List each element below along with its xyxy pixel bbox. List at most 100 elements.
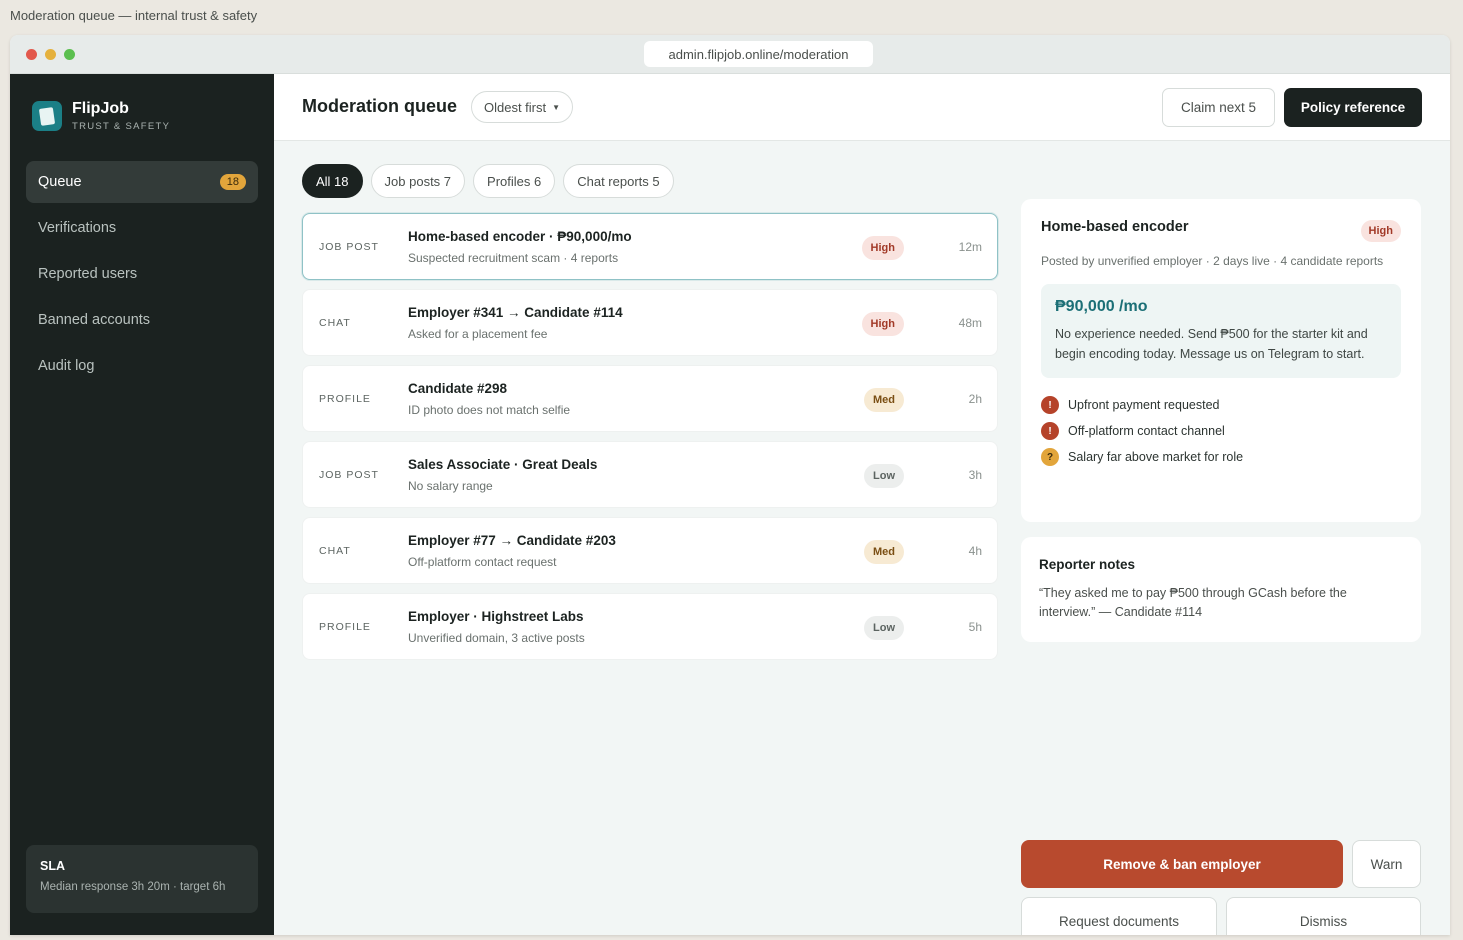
notes-title: Reporter notes [1039,557,1136,572]
page-title: Moderation queue [302,96,458,116]
dismiss-button[interactable]: Dismiss [1226,897,1421,935]
browser-titlebar: admin.flipjob.online/moderation [10,35,1450,74]
sidebar-item-label: Banned accounts [38,312,151,328]
question-icon: ? [1041,448,1059,466]
browser-window: admin.flipjob.online/moderation FlipJob … [10,35,1450,935]
claim-next-button[interactable]: Claim next 5 [1162,88,1275,127]
sla-text: Median response 3h 20m · target 6h [40,881,226,893]
detail-panel: Home-based encoder High Posted by unveri… [1021,199,1421,522]
main-content: Moderation queue Oldest first ▼ Claim ne… [274,74,1450,935]
sidebar-nav: Queue 18 Verifications Reported users Ba… [26,161,258,391]
queue-item[interactable]: JOB POST Home-based encoder · ₱90,000/mo… [302,213,998,280]
sidebar-item-label: Verifications [38,220,117,236]
sidebar-item-reported-users[interactable]: Reported users [26,253,258,295]
queue-count-badge: 18 [219,174,246,190]
item-type: CHAT [319,545,351,557]
item-title: Employer #341 → Candidate #114 [408,305,623,320]
filter-chip-profiles[interactable]: Profiles 6 [473,164,556,198]
item-subtitle: Unverified domain, 3 active posts [408,631,585,645]
priority-badge: Low [864,464,904,488]
item-type: CHAT [319,317,351,329]
item-type: JOB POST [319,241,379,253]
page-caption: Moderation queue — internal trust & safe… [10,8,258,23]
minimize-window-icon[interactable] [45,49,56,60]
request-documents-button[interactable]: Request documents [1021,897,1217,935]
item-age: 3h [968,468,982,482]
item-age: 48m [958,316,982,330]
item-age: 5h [968,620,982,634]
reporter-notes: Reporter notes “They asked me to pay ₱50… [1021,537,1421,642]
queue-item[interactable]: CHAT Employer #77 → Candidate #203 Off-p… [302,517,998,584]
priority-badge: Med [864,388,904,412]
sidebar-item-audit-log[interactable]: Audit log [26,345,258,387]
priority-badge: High [861,312,904,336]
brand: FlipJob TRUST & SAFETY [32,100,170,132]
queue-item[interactable]: PROFILE Employer · Highstreet Labs Unver… [302,593,998,660]
item-subtitle: ID photo does not match selfie [408,403,571,417]
queue-item[interactable]: JOB POST Sales Associate · Great Deals N… [302,441,998,508]
card-stack-icon [32,101,62,131]
close-window-icon[interactable] [26,49,37,60]
sla-title: SLA [40,859,65,873]
alert-icon: ! [1041,422,1059,440]
risk-flag: ? Salary far above market for role [1041,444,1401,470]
post-excerpt: ₱90,000 /mo No experience needed. Send ₱… [1041,284,1401,378]
sla-card: SLA Median response 3h 20m · target 6h [26,845,258,913]
filter-chip-chat-reports[interactable]: Chat reports 5 [563,164,674,198]
address-bar[interactable]: admin.flipjob.online/moderation [644,41,873,67]
detail-meta: Posted by unverified employer · 2 days l… [1041,254,1384,268]
brand-name: FlipJob [72,100,129,117]
priority-badge: High [1360,220,1401,242]
item-age: 12m [958,240,982,254]
item-title: Home-based encoder · ₱90,000/mo [408,229,632,244]
priority-badge: Low [864,616,904,640]
alert-icon: ! [1041,396,1059,414]
item-subtitle: No salary range [408,479,493,493]
queue-item[interactable]: CHAT Employer #341 → Candidate #114 Aske… [302,289,998,356]
filter-chip-job-posts[interactable]: Job posts 7 [370,164,466,198]
item-title: Employer · Highstreet Labs [408,609,584,624]
item-subtitle: Asked for a placement fee [408,327,548,341]
item-type: PROFILE [319,621,371,633]
priority-badge: Med [864,540,904,564]
sidebar-item-label: Audit log [38,358,95,374]
flag-text: Off-platform contact channel [1068,424,1225,438]
sidebar-item-label: Queue [38,174,82,190]
item-subtitle: Suspected recruitment scam · 4 reports [408,251,619,265]
sort-label: Oldest first [484,99,547,115]
priority-badge: High [861,236,904,260]
queue-list: JOB POST Home-based encoder · ₱90,000/mo… [302,213,998,669]
flag-text: Salary far above market for role [1068,450,1244,464]
maximize-window-icon[interactable] [64,49,75,60]
sidebar: FlipJob TRUST & SAFETY Queue 18 Verifica… [10,74,274,935]
risk-flag: ! Off-platform contact channel [1041,418,1401,444]
item-title: Candidate #298 [408,381,508,396]
risk-flag: ! Upfront payment requested [1041,392,1401,418]
detail-title: Home-based encoder [1041,219,1189,235]
filter-chips: All 18 Job posts 7 Profiles 6 Chat repor… [302,164,674,198]
filter-chip-all[interactable]: All 18 [302,164,363,198]
post-salary: ₱90,000 /mo [1055,298,1148,315]
chevron-down-icon: ▼ [552,102,561,112]
sidebar-item-banned-accounts[interactable]: Banned accounts [26,299,258,341]
item-age: 4h [968,544,982,558]
item-title: Sales Associate · Great Deals [408,457,598,472]
sort-dropdown[interactable]: Oldest first ▼ [471,91,574,123]
item-subtitle: Off-platform contact request [408,555,557,569]
item-age: 2h [968,392,982,406]
sidebar-item-label: Reported users [38,266,138,282]
risk-flags: ! Upfront payment requested ! Off-platfo… [1041,392,1401,470]
item-type: PROFILE [319,393,371,405]
item-title: Employer #77 → Candidate #203 [408,533,616,548]
sidebar-item-queue[interactable]: Queue 18 [26,161,258,203]
policy-reference-button[interactable]: Policy reference [1284,88,1422,127]
sidebar-item-verifications[interactable]: Verifications [26,207,258,249]
remove-ban-button[interactable]: Remove & ban employer [1021,840,1343,888]
warn-button[interactable]: Warn [1352,840,1421,888]
brand-subtitle: TRUST & SAFETY [72,121,171,132]
header-bar: Moderation queue Oldest first ▼ Claim ne… [274,74,1450,141]
post-body: No experience needed. Send ₱500 for the … [1055,327,1368,361]
notes-text: “They asked me to pay ₱500 through GCash… [1039,586,1347,619]
queue-item[interactable]: PROFILE Candidate #298 ID photo does not… [302,365,998,432]
flag-text: Upfront payment requested [1068,398,1220,412]
